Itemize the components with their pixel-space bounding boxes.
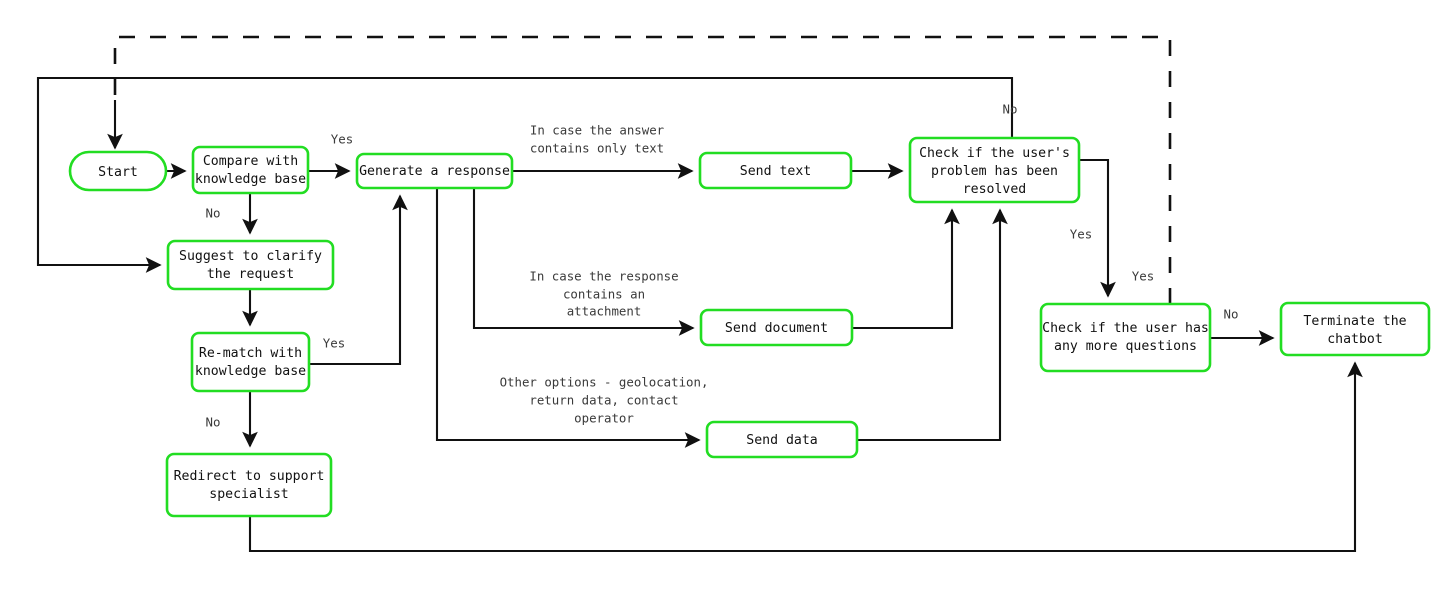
node-terminate-label-line2: chatbot [1327,332,1383,347]
node-send-document-label: Send document [725,321,828,336]
edge-label-send-text-line1: In case the answer [530,123,664,138]
edge-path [852,208,960,330]
edge-send-data-to-check-resolved [857,208,1008,442]
node-compare-label-line1: Compare with [203,154,298,169]
node-check-more-label-line1: Check if the user has [1042,321,1209,336]
node-send-document[interactable]: Send document [699,308,854,347]
node-rematch-shape[interactable] [190,331,311,393]
node-compare-label-line2: knowledge base [195,172,306,187]
flowchart-svg: Start Compare with knowledge base Sugges… [36,35,1431,553]
edge-label-check-more-yes: Yes [1132,269,1154,284]
node-rematch-label-line1: Re-match with [199,346,302,361]
edge-label-rematch-yes: Yes [323,336,345,351]
nodes-layer: Start Compare with knowledge base Sugges… [68,136,1431,518]
node-redirect-label-line1: Redirect to support [174,469,325,484]
edge-labels-layer: Yes No Yes No In case the answer contain… [206,102,1239,430]
node-redirect-shape[interactable] [165,452,333,518]
node-terminate-the-chatbot[interactable]: Terminate the chatbot [1279,301,1431,357]
edge-label-compare-yes: Yes [331,132,353,147]
node-check-more-questions[interactable]: Check if the user has any more questions [1039,302,1212,373]
edge-label-compare-no: No [206,206,221,221]
edge-label-send-text-line2: contains only text [530,141,664,156]
node-send-data[interactable]: Send data [705,420,859,459]
node-start[interactable]: Start [68,150,168,192]
node-redirect-label-line2: specialist [209,487,288,502]
node-clarify-label-line1: Suggest to clarify [179,249,322,264]
node-check-more-shape[interactable] [1039,302,1212,373]
node-check-resolved-label-line1: Check if the user's [919,146,1070,161]
node-re-match-with-knowledge-base[interactable]: Re-match with knowledge base [190,331,311,393]
node-terminate-shape[interactable] [1279,301,1431,357]
node-generate-a-response[interactable]: Generate a response [355,152,514,190]
edge-label-rematch-no: No [206,415,221,430]
edge-path [857,208,1008,442]
edge-send-document-to-check-resolved [852,208,960,330]
node-send-text[interactable]: Send text [698,151,853,190]
node-check-problem-resolved[interactable]: Check if the user's problem has been res… [908,136,1081,204]
node-compare-with-knowledge-base[interactable]: Compare with knowledge base [191,145,310,195]
edge-label-send-data-line3: operator [574,411,634,426]
edge-label-check-more-no: No [1224,307,1239,322]
edge-label-check-resolved-no: No [1003,102,1018,117]
node-clarify-label-line2: the request [207,267,294,282]
node-start-label: Start [98,165,138,180]
node-terminate-label-line1: Terminate the [1303,314,1406,329]
node-generate-label: Generate a response [359,164,510,179]
node-check-more-label-line2: any more questions [1054,339,1197,354]
node-suggest-to-clarify[interactable]: Suggest to clarify the request [166,239,335,291]
node-send-text-label: Send text [740,164,811,179]
edge-label-send-data-line1: Other options - geolocation, [500,375,709,390]
node-redirect-to-support-specialist[interactable]: Redirect to support specialist [165,452,333,518]
node-check-resolved-label-line2: problem has been [931,164,1058,179]
node-check-resolved-label-line3: resolved [963,182,1027,197]
edge-label-send-document-line1: In case the response [529,269,678,284]
edge-label-check-resolved-yes: Yes [1070,227,1092,242]
edge-label-send-document-line3: attachment [567,304,642,319]
node-rematch-label-line2: knowledge base [195,364,306,379]
node-send-data-label: Send data [746,433,817,448]
edge-label-send-data-line2: return data, contact [529,393,678,408]
edge-label-send-document-line2: contains an [563,287,645,302]
flowchart-canvas: Start Compare with knowledge base Sugges… [0,0,1432,590]
